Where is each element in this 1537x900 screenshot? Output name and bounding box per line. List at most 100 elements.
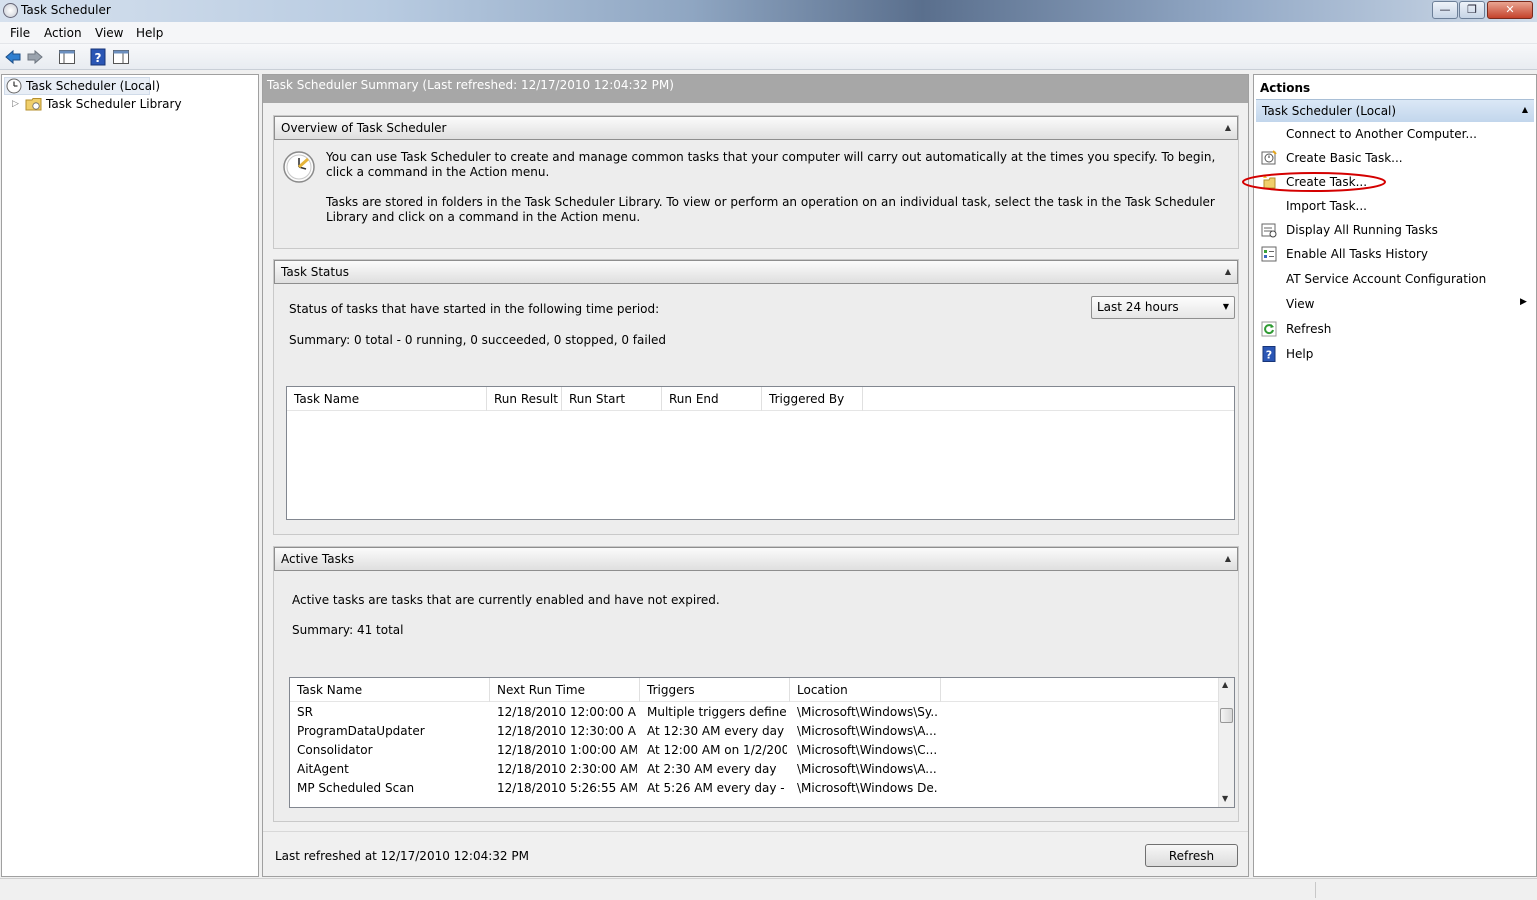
column-run-start[interactable]: Run Start (562, 387, 662, 411)
active-tasks-header[interactable]: Active Tasks ▲ (274, 547, 1238, 571)
expand-arrow-icon[interactable]: ▷ (12, 99, 19, 109)
task-status-header[interactable]: Task Status ▲ (274, 260, 1238, 284)
action-import-task[interactable]: Import Task... (1286, 199, 1367, 213)
menu-view[interactable]: View (95, 26, 123, 40)
action-create-basic-task[interactable]: Create Basic Task... (1286, 151, 1403, 165)
table-row[interactable]: Consolidator 12/18/2010 1:00:00 AM At 12… (290, 741, 1218, 760)
refresh-icon (1261, 321, 1277, 337)
collapse-icon[interactable]: ▲ (1225, 554, 1231, 563)
cell-next-run: 12/18/2010 1:00:00 AM (497, 743, 637, 757)
cell-location: \Microsoft\Windows De... (797, 781, 937, 795)
active-summary: Summary: 41 total (292, 623, 404, 637)
clock-app-icon (3, 3, 18, 18)
cell-triggers: At 12:30 AM every day (647, 724, 785, 738)
cell-next-run: 12/18/2010 5:26:55 AM (497, 781, 637, 795)
action-enable-tasks-history[interactable]: Enable All Tasks History (1286, 247, 1428, 261)
status-divider (1315, 882, 1316, 898)
column-run-result[interactable]: Run Result (487, 387, 562, 411)
action-refresh[interactable]: Refresh (1286, 322, 1331, 336)
cell-triggers: At 2:30 AM every day (647, 762, 777, 776)
status-bar (0, 878, 1537, 900)
summary-pane: Task Scheduler Summary (Last refreshed: … (262, 74, 1249, 877)
overview-section: Overview of Task Scheduler ▲ You can use… (273, 115, 1239, 249)
close-button[interactable]: ✕ (1487, 1, 1533, 19)
menu-bar: File Action View Help (0, 22, 1537, 44)
actions-title: Actions (1260, 81, 1311, 95)
active-tasks-grid[interactable]: Task Name Next Run Time Triggers Locatio… (289, 677, 1235, 808)
overview-paragraph-2: Tasks are stored in folders in the Task … (326, 195, 1215, 224)
status-grid[interactable]: Task Name Run Result Run Start Run End T… (286, 386, 1235, 520)
scheduler-clock-icon (283, 151, 315, 183)
column-location[interactable]: Location (790, 678, 941, 702)
forward-arrow-icon[interactable] (26, 48, 44, 66)
folder-icon (25, 98, 42, 111)
dropdown-arrow-icon: ▼ (1222, 302, 1229, 311)
menu-file[interactable]: File (10, 26, 30, 40)
cell-location: \Microsoft\Windows\Sy... (797, 705, 937, 719)
time-period-dropdown[interactable]: Last 24 hours ▼ (1091, 296, 1235, 319)
help-icon[interactable]: ? (89, 48, 107, 66)
column-task-name[interactable]: Task Name (290, 678, 490, 702)
column-next-run-time[interactable]: Next Run Time (490, 678, 640, 702)
scroll-up-icon[interactable]: ▲ (1222, 680, 1228, 689)
column-task-name[interactable]: Task Name (287, 387, 487, 411)
maximize-button[interactable]: ❐ (1459, 1, 1485, 19)
summary-footer: Last refreshed at 12/17/2010 12:04:32 PM… (263, 831, 1248, 876)
table-row[interactable]: SR 12/18/2010 12:00:00 AM Multiple trigg… (290, 703, 1218, 722)
table-row[interactable]: MP Scheduled Scan 12/18/2010 5:26:55 AM … (290, 779, 1218, 798)
minimize-button[interactable]: — (1432, 1, 1458, 19)
cell-task-name: ProgramDataUpdater (297, 724, 425, 738)
title-bar: Task Scheduler — ❐ ✕ (0, 0, 1537, 22)
highlight-ellipse (1242, 172, 1386, 192)
console-tree: Task Scheduler (Local) ▷ Task Scheduler … (1, 74, 259, 877)
running-tasks-icon (1261, 223, 1277, 238)
action-at-service-account[interactable]: AT Service Account Configuration (1286, 272, 1486, 286)
task-status-title: Task Status (281, 265, 349, 279)
basic-task-icon (1261, 150, 1277, 165)
svg-text:?: ? (95, 51, 102, 65)
action-view[interactable]: View (1286, 297, 1314, 311)
menu-help[interactable]: Help (136, 26, 163, 40)
action-display-running-tasks[interactable]: Display All Running Tasks (1286, 223, 1438, 237)
cell-next-run: 12/18/2010 12:00:00 AM (497, 705, 637, 719)
action-pane-icon[interactable] (112, 48, 130, 66)
tree-item-root[interactable]: Task Scheduler (Local) (26, 79, 160, 93)
table-row[interactable]: ProgramDataUpdater 12/18/2010 12:30:00 A… (290, 722, 1218, 741)
refresh-button[interactable]: Refresh (1145, 844, 1238, 867)
tree-item-library[interactable]: Task Scheduler Library (46, 97, 182, 111)
cell-task-name: MP Scheduled Scan (297, 781, 415, 795)
console-tree-icon[interactable] (58, 48, 76, 66)
action-connect-computer[interactable]: Connect to Another Computer... (1286, 127, 1477, 141)
column-triggered-by[interactable]: Triggered By (762, 387, 863, 411)
summary-header: Task Scheduler Summary (Last refreshed: … (263, 75, 1248, 103)
task-status-section: Task Status ▲ Status of tasks that have … (273, 259, 1239, 535)
actions-pane: Actions Task Scheduler (Local) ▲ Connect… (1242, 74, 1537, 877)
action-help[interactable]: Help (1286, 347, 1313, 361)
status-summary: Summary: 0 total - 0 running, 0 succeede… (289, 333, 667, 347)
overview-title: Overview of Task Scheduler (281, 121, 447, 135)
vertical-scrollbar[interactable]: ▲ ▼ (1218, 678, 1234, 807)
menu-action[interactable]: Action (44, 26, 82, 40)
actions-group-label: Task Scheduler (Local) (1262, 104, 1397, 118)
column-run-end[interactable]: Run End (662, 387, 762, 411)
back-arrow-icon[interactable] (4, 48, 22, 66)
actions-group-header[interactable]: Task Scheduler (Local) ▲ (1256, 99, 1534, 122)
period-label: Status of tasks that have started in the… (289, 302, 660, 316)
cell-location: \Microsoft\Windows\A... (797, 762, 937, 776)
overview-paragraph-1: You can use Task Scheduler to create and… (326, 150, 1216, 179)
submenu-arrow-icon: ▶ (1520, 297, 1527, 307)
column-triggers[interactable]: Triggers (640, 678, 790, 702)
collapse-icon[interactable]: ▲ (1225, 267, 1231, 276)
scroll-down-icon[interactable]: ▼ (1222, 794, 1228, 803)
help-icon: ? (1262, 346, 1276, 362)
collapse-icon[interactable]: ▲ (1225, 123, 1231, 132)
active-tasks-title: Active Tasks (281, 552, 355, 566)
active-tasks-section: Active Tasks ▲ Active tasks are tasks th… (273, 546, 1239, 822)
collapse-icon[interactable]: ▲ (1522, 105, 1528, 114)
cell-location: \Microsoft\Windows\C... (797, 743, 937, 757)
table-row[interactable]: AitAgent 12/18/2010 2:30:00 AM At 2:30 A… (290, 760, 1218, 779)
svg-text:?: ? (1266, 349, 1272, 362)
active-grid-header: Task Name Next Run Time Triggers Locatio… (290, 678, 1234, 702)
overview-header[interactable]: Overview of Task Scheduler ▲ (274, 116, 1238, 140)
scrollbar-thumb[interactable] (1220, 708, 1233, 723)
